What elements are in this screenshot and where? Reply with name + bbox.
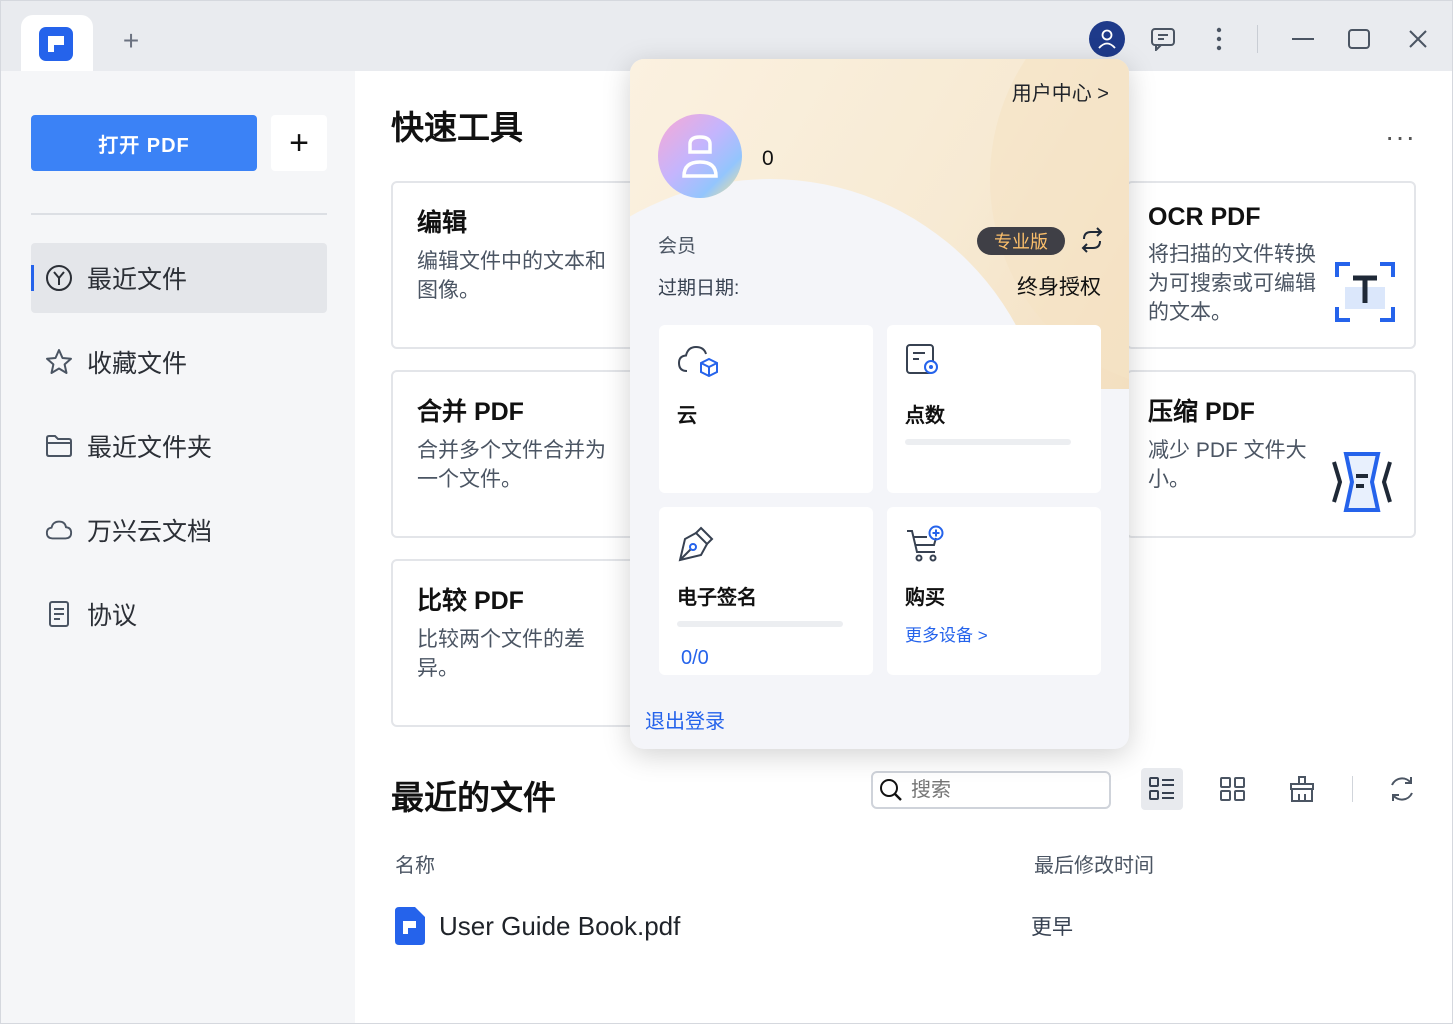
broom-icon — [1290, 776, 1314, 802]
sidebar-item-label: 万兴云文档 — [87, 518, 213, 546]
compress-icon — [1328, 450, 1396, 519]
tile-label: 云 — [677, 405, 697, 427]
tool-card-desc: 比较两个文件的差异。 — [417, 628, 585, 680]
maximize-icon — [1348, 29, 1370, 49]
expiry-label: 过期日期: — [658, 278, 740, 299]
sidebar-item-label: 协议 — [87, 602, 138, 630]
close-icon — [1409, 30, 1427, 48]
tool-card-title: 合并 PDF — [417, 398, 524, 426]
refresh-button[interactable] — [1381, 768, 1423, 810]
account-popup: 用户中心 > 0 会员 专业版 过期日期: 终身授权 云 点数 电子签名 0/0 — [630, 59, 1129, 749]
tile-label: 电子签名 — [677, 587, 757, 609]
search-box[interactable] — [871, 771, 1111, 809]
sidebar-item-recent-folders[interactable]: 最近文件夹 — [31, 411, 327, 481]
tool-card-title: 编辑 — [417, 209, 468, 237]
cloud-box-icon — [677, 345, 718, 378]
folder-icon — [45, 432, 73, 460]
user-avatar-button[interactable] — [1089, 21, 1125, 57]
minimize-icon — [1292, 38, 1314, 40]
grid-view-icon — [1220, 777, 1245, 801]
pdf-file-icon — [395, 907, 425, 945]
close-button[interactable] — [1400, 21, 1436, 57]
sidebar-item-label: 最近文件夹 — [87, 434, 213, 462]
esign-usage-bar — [677, 621, 843, 627]
sidebar-item-label: 最近文件 — [87, 266, 188, 294]
cloud-icon — [45, 516, 73, 544]
create-button[interactable]: + — [271, 115, 327, 171]
membership-label: 会员 — [658, 236, 697, 257]
refresh-icon — [1391, 777, 1413, 801]
toolbar-separator — [1352, 776, 1353, 802]
tool-card-desc: 合并多个文件合并为一个文件。 — [417, 439, 606, 491]
sidebar-item-favorites[interactable]: 收藏文件 — [31, 327, 327, 397]
sidebar: 打开 PDF + 最近文件 收藏文件 最近文件夹 万兴云文档 协议 — [1, 71, 355, 1023]
tile-points[interactable]: 点数 — [887, 325, 1101, 493]
tool-card-title: OCR PDF — [1148, 203, 1261, 231]
maximize-button[interactable] — [1341, 21, 1377, 57]
home-tab[interactable] — [21, 15, 93, 71]
titlebar-separator — [1257, 25, 1258, 53]
clock-icon — [45, 264, 73, 292]
cart-plus-icon — [907, 525, 944, 562]
open-pdf-button[interactable]: 打开 PDF — [31, 115, 257, 171]
app-window: + 打开 PDF + 最近文件 收藏文件 最近文件夹 万兴云文档 协议 快速工具… — [0, 0, 1453, 1024]
sidebar-divider — [31, 213, 327, 215]
tool-card-ocr[interactable]: OCR PDF 将扫描的文件转换为可搜索或可编辑的文本。 — [1126, 181, 1416, 349]
profile-avatar[interactable] — [658, 114, 742, 198]
quick-tools-title: 快速工具 — [391, 109, 523, 146]
more-menu-button[interactable] — [1201, 21, 1237, 57]
file-row[interactable]: User Guide Book.pdf 更早 — [395, 901, 1395, 951]
grid-view-button[interactable] — [1212, 768, 1254, 810]
recent-files-title: 最近的文件 — [391, 779, 556, 816]
list-view-icon — [1149, 777, 1174, 800]
file-name: User Guide Book.pdf — [439, 910, 681, 941]
feedback-button[interactable] — [1145, 21, 1181, 57]
column-header-modified[interactable]: 最后修改时间 — [1034, 849, 1154, 878]
search-input[interactable] — [911, 778, 1091, 802]
document-icon — [45, 600, 73, 628]
more-vertical-icon — [1216, 27, 1222, 51]
logout-link[interactable]: 退出登录 — [645, 705, 725, 734]
tile-purchase[interactable]: 购买 更多设备 > — [887, 507, 1101, 675]
user-id: 0 — [762, 147, 774, 170]
sidebar-item-cloud-docs[interactable]: 万兴云文档 — [31, 495, 327, 565]
tool-card-desc: 减少 PDF 文件大小。 — [1148, 439, 1307, 491]
search-icon — [880, 779, 902, 801]
sidebar-item-recent-files[interactable]: 最近文件 — [31, 243, 327, 313]
star-icon — [45, 348, 73, 376]
tool-card-title: 压缩 PDF — [1148, 398, 1255, 426]
points-icon — [906, 344, 938, 374]
file-modified: 更早 — [1031, 916, 1073, 939]
tile-label: 购买 — [905, 587, 945, 609]
tool-card-desc: 编辑文件中的文本和图像。 — [417, 250, 606, 302]
user-center-link[interactable]: 用户中心 > — [1012, 77, 1109, 106]
pen-nib-icon — [678, 526, 714, 562]
tile-label: 点数 — [905, 405, 945, 427]
switch-account-button[interactable] — [1078, 227, 1106, 258]
sidebar-item-agreements[interactable]: 协议 — [31, 579, 327, 649]
tool-card-compress[interactable]: 压缩 PDF 减少 PDF 文件大小。 — [1126, 370, 1416, 538]
ocr-icon — [1334, 261, 1396, 328]
sidebar-item-label: 收藏文件 — [87, 350, 188, 378]
list-view-button[interactable] — [1141, 768, 1183, 810]
user-icon — [682, 135, 718, 178]
sync-icon — [1081, 227, 1103, 253]
more-devices-link[interactable]: 更多设备 > — [905, 621, 988, 646]
app-logo-icon — [39, 27, 73, 61]
more-options-button[interactable]: ··· — [1385, 121, 1416, 153]
tool-card-title: 比较 PDF — [417, 587, 524, 615]
tool-card-desc: 将扫描的文件转换为可搜索或可编辑的文本。 — [1148, 243, 1316, 324]
minimize-button[interactable] — [1285, 21, 1321, 57]
column-header-name[interactable]: 名称 — [395, 849, 435, 878]
tile-esign[interactable]: 电子签名 0/0 — [659, 507, 873, 675]
esign-usage: 0/0 — [681, 647, 709, 669]
membership-badge: 专业版 — [977, 227, 1065, 255]
tile-cloud[interactable]: 云 — [659, 325, 873, 493]
points-progress-bar — [905, 439, 1071, 445]
expiry-value: 终身授权 — [1017, 276, 1101, 299]
clear-list-button[interactable] — [1281, 768, 1323, 810]
feedback-icon — [1151, 28, 1175, 51]
new-tab-button[interactable]: + — [117, 27, 145, 55]
user-icon — [1089, 21, 1125, 57]
